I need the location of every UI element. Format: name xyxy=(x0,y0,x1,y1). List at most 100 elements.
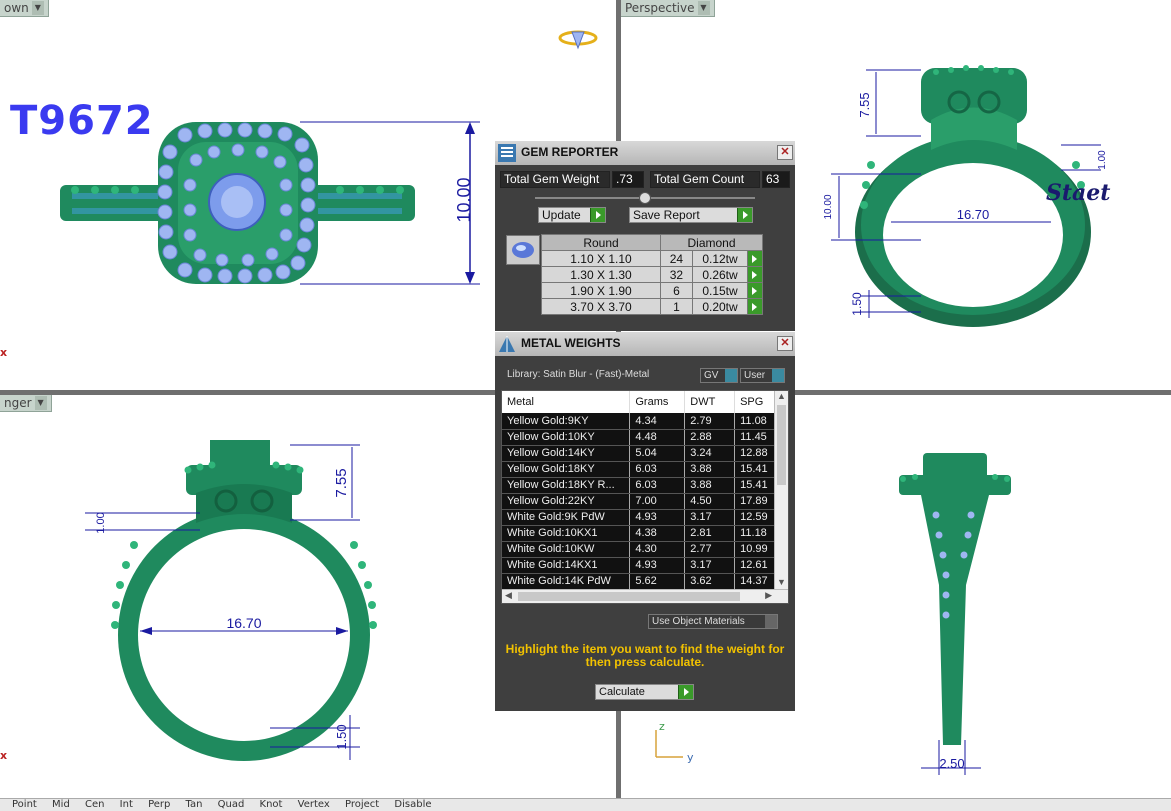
round-gem-icon xyxy=(506,235,540,265)
scroll-thumb[interactable] xyxy=(777,405,786,485)
gem-count: 24 xyxy=(660,250,693,267)
play-icon xyxy=(678,685,693,699)
metal-dwt: 2.77 xyxy=(684,541,736,558)
osnap-item[interactable]: Project xyxy=(345,799,379,810)
gem-size: 1.30 X 1.30 xyxy=(541,266,661,283)
table-row[interactable]: Yellow Gold:22KY 7.00 4.50 17.89 xyxy=(502,493,785,510)
table-row[interactable]: Yellow Gold:18KY R... 6.03 3.88 15.41 xyxy=(502,477,785,494)
metal-dwt: 3.17 xyxy=(684,557,736,574)
toggle-knob-icon xyxy=(772,369,784,382)
metal-name: White Gold:9K PdW xyxy=(502,509,631,526)
select-row-icon[interactable] xyxy=(747,266,763,283)
metal-dwt: 3.24 xyxy=(684,445,736,462)
axis-y-label: y xyxy=(687,751,694,764)
metal-name: White Gold:10KW xyxy=(502,541,631,558)
table-row[interactable]: 3.70 X 3.70 1 0.20tw xyxy=(541,298,763,315)
user-toggle[interactable]: User xyxy=(740,368,785,383)
update-button[interactable]: Update xyxy=(538,207,606,223)
metal-grams: 5.62 xyxy=(629,573,686,590)
grams-column-header[interactable]: Grams xyxy=(629,391,686,413)
metal-name: Yellow Gold:9KY xyxy=(502,413,631,430)
dim-shank-thickness: 1.50 xyxy=(850,292,864,316)
gem-count: 6 xyxy=(660,282,693,299)
metal-column-header[interactable]: Metal xyxy=(502,391,631,413)
dim-head-height: 7.55 xyxy=(857,92,872,117)
gv-toggle-label: GV xyxy=(704,370,719,381)
toggle-knob-icon xyxy=(765,615,777,628)
total-gem-count-label: Total Gem Count xyxy=(650,171,760,188)
user-toggle-label: User xyxy=(744,370,766,381)
metal-name: Yellow Gold:22KY xyxy=(502,493,631,510)
osnap-item[interactable]: Mid xyxy=(52,799,70,810)
close-icon[interactable]: ✕ xyxy=(777,336,793,351)
osnap-item[interactable]: Cen xyxy=(85,799,104,810)
metal-table-container[interactable]: Metal Grams DWT SPG Yellow Gold:9KY 4.34 2… xyxy=(501,390,789,604)
dim-head-height: 7.55 xyxy=(333,468,350,497)
total-gem-count-value: 63 xyxy=(762,171,790,188)
table-row[interactable]: White Gold:10KW 4.30 2.77 10.99 xyxy=(502,541,785,558)
save-report-button[interactable]: Save Report xyxy=(629,207,753,223)
metal-dwt: 4.50 xyxy=(684,493,736,510)
gem-size: 1.90 X 1.90 xyxy=(541,282,661,299)
table-row[interactable]: 1.10 X 1.10 24 0.12tw xyxy=(541,250,763,267)
gem-weight: 0.15tw xyxy=(691,282,749,299)
table-row[interactable]: Yellow Gold:10KY 4.48 2.88 11.45 xyxy=(502,429,785,446)
table-row[interactable]: 1.30 X 1.30 32 0.26tw xyxy=(541,266,763,283)
gem-weight: 0.26tw xyxy=(691,266,749,283)
metal-grams: 6.03 xyxy=(629,477,686,494)
metal-weights-titlebar[interactable]: METAL WEIGHTS ✕ xyxy=(495,332,795,356)
calculate-button[interactable]: Calculate xyxy=(595,684,694,700)
update-button-label: Update xyxy=(542,208,581,222)
osnap-item[interactable]: Vertex xyxy=(298,799,330,810)
use-object-materials-label: Use Object Materials xyxy=(652,616,745,627)
scroll-left-icon[interactable]: ◀ xyxy=(505,590,512,601)
vertical-scrollbar[interactable]: ▲ ▼ xyxy=(774,391,788,589)
table-row[interactable]: White Gold:14K PdW 5.62 3.62 14.37 xyxy=(502,573,785,590)
scroll-up-icon[interactable]: ▲ xyxy=(775,391,788,403)
table-row[interactable]: White Gold:9K PdW 4.93 3.17 12.59 xyxy=(502,509,785,526)
metal-dwt: 2.79 xyxy=(684,413,736,430)
slider-knob-icon[interactable] xyxy=(639,192,651,204)
table-row[interactable]: Yellow Gold:14KY 5.04 3.24 12.88 xyxy=(502,445,785,462)
table-row[interactable]: Yellow Gold:9KY 4.34 2.79 11.08 xyxy=(502,413,785,430)
save-report-button-label: Save Report xyxy=(633,208,700,222)
horizontal-scrollbar[interactable]: ◀ ▶ xyxy=(502,589,788,603)
gem-count: 32 xyxy=(660,266,693,283)
axis-z-label: z xyxy=(659,720,665,733)
osnap-item[interactable]: Perp xyxy=(148,799,170,810)
gem-reporter-titlebar[interactable]: GEM REPORTER ✕ xyxy=(495,141,795,165)
osnap-item[interactable]: Int xyxy=(120,799,133,810)
total-gem-weight-value: .73 xyxy=(612,171,644,188)
metal-dwt: 3.88 xyxy=(684,477,736,494)
close-icon[interactable]: ✕ xyxy=(777,145,793,160)
select-row-icon[interactable] xyxy=(747,250,763,267)
metal-name: Yellow Gold:10KY xyxy=(502,429,631,446)
gem-count: 1 xyxy=(660,298,693,315)
gv-toggle[interactable]: GV xyxy=(700,368,738,383)
table-row[interactable]: White Gold:14KX1 4.93 3.17 12.61 xyxy=(502,557,785,574)
dwt-column-header[interactable]: DWT xyxy=(684,391,736,413)
table-row[interactable]: White Gold:10KX1 4.38 2.81 11.18 xyxy=(502,525,785,542)
scroll-right-icon[interactable]: ▶ xyxy=(765,590,772,601)
osnap-item[interactable]: Quad xyxy=(218,799,245,810)
table-row[interactable]: 1.90 X 1.90 6 0.15tw xyxy=(541,282,763,299)
gem-shape-header: Round xyxy=(541,234,661,251)
instruction-text: Highlight the item you want to find the … xyxy=(505,642,785,669)
metal-dwt: 2.88 xyxy=(684,429,736,446)
metal-grams: 4.93 xyxy=(629,509,686,526)
select-row-icon[interactable] xyxy=(747,298,763,315)
osnap-item[interactable]: Disable xyxy=(394,799,431,810)
table-row[interactable]: Yellow Gold:18KY 6.03 3.88 15.41 xyxy=(502,461,785,478)
panel-slider[interactable] xyxy=(535,192,755,204)
dim-inner-diameter: 16.70 xyxy=(957,207,990,222)
select-row-icon[interactable] xyxy=(747,282,763,299)
metal-weights-title: METAL WEIGHTS xyxy=(521,336,621,350)
scroll-down-icon[interactable]: ▼ xyxy=(775,577,788,589)
osnap-item[interactable]: Knot xyxy=(260,799,283,810)
use-object-materials-toggle[interactable]: Use Object Materials xyxy=(648,614,778,629)
osnap-item[interactable]: Tan xyxy=(186,799,203,810)
metal-dwt: 3.17 xyxy=(684,509,736,526)
osnap-item[interactable]: Point xyxy=(12,799,37,810)
total-gem-weight-label: Total Gem Weight xyxy=(500,171,610,188)
scroll-thumb[interactable] xyxy=(518,592,740,601)
